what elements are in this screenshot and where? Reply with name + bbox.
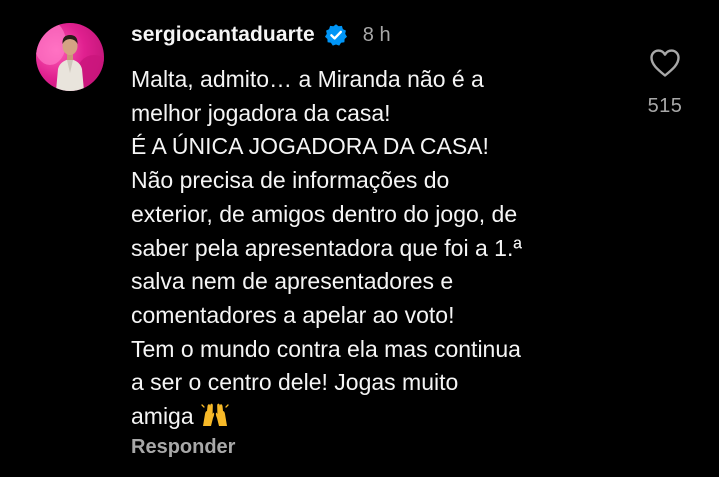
like-count: 515 <box>647 95 683 117</box>
comment-line: melhor jogadora da casa! <box>131 99 391 126</box>
timestamp: 8 h <box>362 23 391 46</box>
like-section: 515 <box>640 48 690 118</box>
comment-line-text: amiga <box>131 403 194 430</box>
comment-line-last: amiga <box>131 400 631 434</box>
comment-line: a ser o centro dele! Jogas muito <box>131 369 459 396</box>
avatar-image <box>36 23 104 91</box>
comment-line: É A ÚNICA JOGADORA DA CASA! <box>131 133 489 160</box>
comment-line: exterior, de amigos dentro do jogo, de <box>131 200 518 227</box>
comment-text: Malta, admito… a Miranda não é a melhor … <box>131 63 631 434</box>
comment-line: saber pela apresentadora que foi a 1.ª <box>131 234 522 261</box>
reply-button[interactable]: Responder <box>131 436 235 459</box>
comment-line: salva nem de apresentadores e <box>131 268 454 295</box>
raising-hands-emoji <box>201 403 229 427</box>
comment: sergiocantaduarte 8 h Malta, admito… a M… <box>0 0 719 477</box>
comment-line: Tem o mundo contra ela mas continua <box>131 335 521 362</box>
comment-line: Não precisa de informações do <box>131 167 450 194</box>
avatar[interactable] <box>36 23 104 91</box>
comment-line: Malta, admito… a Miranda não é a <box>131 66 484 92</box>
username[interactable]: sergiocantaduarte <box>131 23 315 47</box>
comment-line: comentadores a apelar ao voto! <box>131 301 455 328</box>
verified-badge-icon <box>324 24 347 46</box>
heart-outline-icon[interactable] <box>649 48 681 78</box>
comment-header: sergiocantaduarte 8 h <box>131 19 391 51</box>
